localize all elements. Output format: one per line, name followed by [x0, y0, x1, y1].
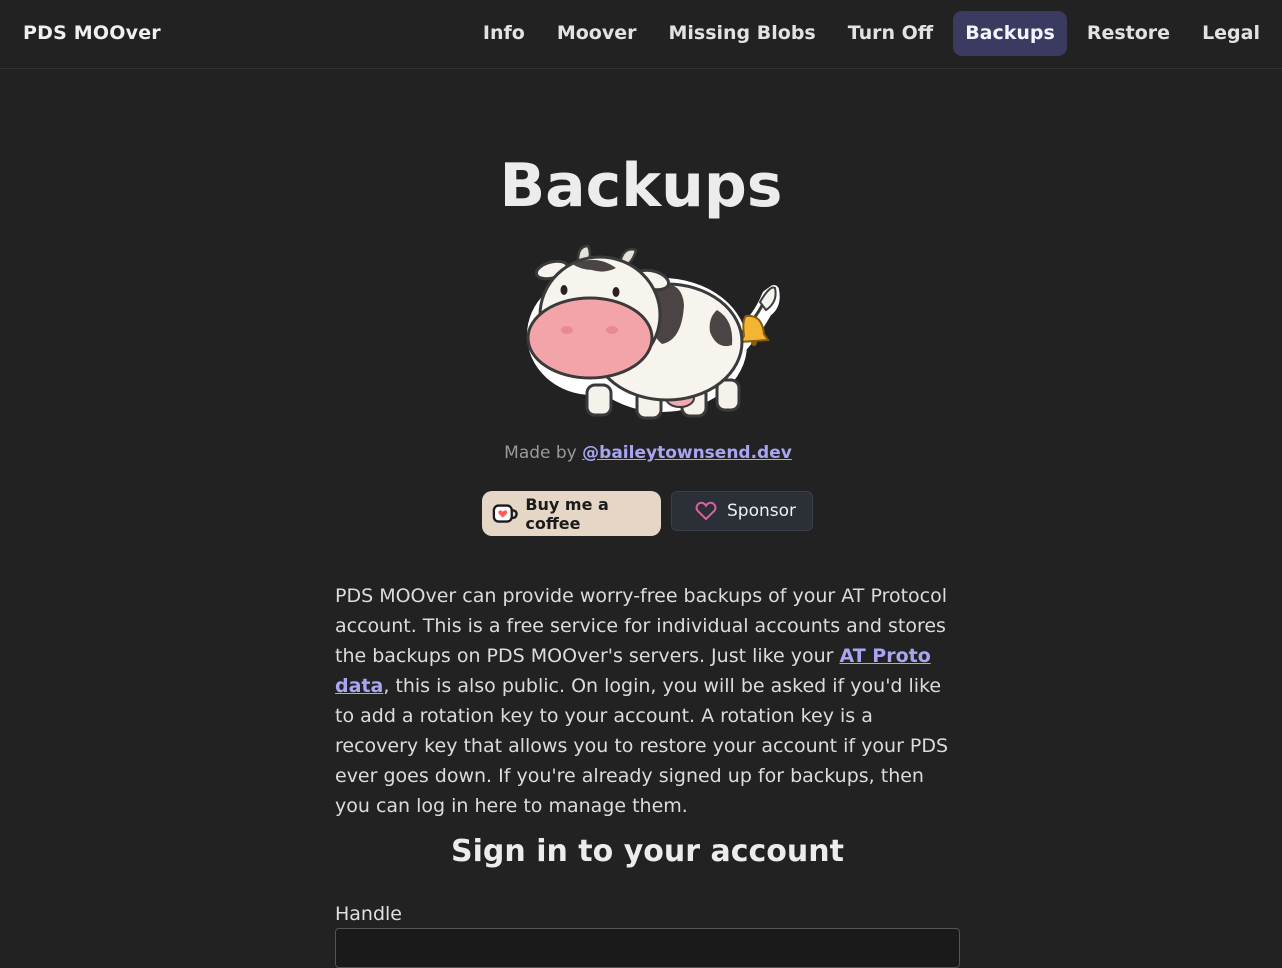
nav-item-moover[interactable]: Moover [545, 11, 649, 56]
coffee-cup-icon [492, 503, 518, 523]
main-nav: Info Moover Missing Blobs Turn Off Backu… [463, 11, 1272, 56]
made-by-prefix: Made by [504, 443, 577, 463]
nav-item-turn-off[interactable]: Turn Off [836, 11, 945, 56]
buy-me-a-coffee-label: Buy me a coffee [525, 494, 609, 533]
intro-text-part-2: , this is also public. On login, you wil… [335, 675, 949, 817]
heart-icon [695, 501, 717, 521]
nav-item-info[interactable]: Info [471, 11, 537, 56]
sponsor-label: Sponsor [727, 501, 797, 521]
nav-item-backups[interactable]: Backups [953, 11, 1067, 56]
buy-me-a-coffee-button[interactable]: Buy me a coffee [482, 491, 661, 536]
nav-item-missing-blobs[interactable]: Missing Blobs [656, 11, 827, 56]
nav-item-legal[interactable]: Legal [1190, 11, 1272, 56]
backups-intro-text: PDS MOOver can provide worry-free backup… [335, 581, 960, 821]
author-handle-link[interactable]: @baileytownsend.dev [582, 443, 792, 463]
top-navbar: PDS MOOver Info Moover Missing Blobs Tur… [0, 0, 1282, 69]
cow-mascot [526, 244, 780, 420]
brand-logo-text[interactable]: PDS MOOver [23, 22, 161, 44]
handle-input[interactable] [335, 928, 960, 968]
nav-item-restore[interactable]: Restore [1075, 11, 1182, 56]
made-by-credit: Made by @baileytownsend.dev [0, 441, 1282, 465]
page-title: Backups [499, 151, 783, 221]
sign-in-heading: Sign in to your account [451, 834, 844, 869]
handle-label: Handle [335, 903, 403, 925]
sponsor-button[interactable]: Sponsor [671, 491, 813, 531]
